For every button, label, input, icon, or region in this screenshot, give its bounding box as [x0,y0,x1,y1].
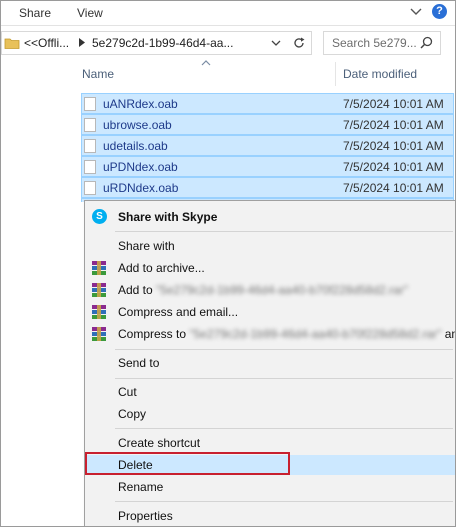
context-menu: S Share with Skype Share with Add to arc… [84,200,455,526]
tab-view[interactable]: View [77,6,103,20]
column-header-name[interactable]: Name [82,67,114,81]
file-date: 7/5/2024 10:01 AM [343,97,444,111]
search-icon[interactable] [420,36,433,49]
menu-separator [115,378,453,379]
file-icon [84,139,96,153]
menu-item-properties[interactable]: Properties [85,506,455,526]
winrar-icon [92,283,106,297]
sort-ascending-icon [201,60,211,66]
file-date: 7/5/2024 10:01 AM [343,181,444,195]
menu-item-copy[interactable]: Copy [85,404,455,424]
refresh-button[interactable] [287,31,312,55]
menu-item-label: Cut [118,385,137,399]
file-row[interactable]: ubrowse.oab 7/5/2024 10:01 AM [81,114,454,135]
menu-separator [115,349,453,350]
breadcrumb-offline[interactable]: Offli... [38,36,69,50]
file-name: ubrowse.oab [103,118,172,132]
menu-item-label: Share with [118,239,175,253]
menu-item-compress-to-rar-email[interactable]: Compress to "5e279c2d-1b99-46d4-aa40-b70… [85,324,455,344]
menu-item-cut[interactable]: Cut [85,382,455,402]
breadcrumb-chevron-icon[interactable] [79,38,85,47]
address-bar[interactable]: << Offli... 5e279c2d-1b99-46d4-aa... [1,31,289,55]
file-date: 7/5/2024 10:01 AM [343,160,444,174]
address-row: << Offli... 5e279c2d-1b99-46d4-aa... Sea… [1,28,455,58]
file-icon [84,181,96,195]
menu-item-add-to-archive[interactable]: Add to archive... [85,258,455,278]
file-row[interactable]: uPDNdex.oab 7/5/2024 10:01 AM [81,156,454,177]
column-header-date[interactable]: Date modified [343,67,417,81]
back-history-button[interactable]: << [24,36,38,50]
search-placeholder: Search 5e279... [332,36,417,50]
folder-icon [4,38,20,49]
menu-item-create-shortcut[interactable]: Create shortcut [85,433,455,453]
menu-item-label: Rename [118,480,164,494]
menu-item-compress-email[interactable]: Compress and email... [85,302,455,322]
menu-separator [115,428,453,429]
file-name: uPDNdex.oab [103,160,178,174]
skype-icon: S [92,209,107,224]
chevron-down-icon[interactable] [409,4,423,18]
help-icon[interactable]: ? [432,4,447,19]
menu-item-rename[interactable]: Rename [85,477,455,497]
menu-item-label: Add to "5e279c2d-1b99-46d4-aa40-b70f228d… [118,283,409,297]
file-icon [84,97,96,111]
menu-item-label: Send to [118,356,160,370]
winrar-icon [92,261,106,275]
menu-item-label: Copy [118,407,147,421]
menu-separator [115,231,453,232]
menu-item-send-to[interactable]: Send to [85,353,455,373]
address-dropdown-icon[interactable] [270,37,282,49]
file-name: udetails.oab [103,139,168,153]
menu-item-label: Share with Skype [118,210,218,224]
breadcrumb-current[interactable]: 5e279c2d-1b99-46d4-aa... [92,36,233,50]
menu-item-share-with[interactable]: Share with [85,236,455,256]
menu-item-share-skype[interactable]: S Share with Skype [85,207,455,227]
file-row[interactable]: uRDNdex.oab 7/5/2024 10:01 AM [81,177,454,198]
menu-item-label: Add to archive... [118,261,205,275]
file-date: 7/5/2024 10:01 AM [343,118,444,132]
refresh-icon [294,37,305,48]
winrar-icon [92,305,106,319]
highlight-annotation [85,452,290,475]
file-date: 7/5/2024 10:01 AM [343,139,444,153]
file-name: uANRdex.oab [103,97,178,111]
file-name: uRDNdex.oab [103,181,179,195]
file-row[interactable]: uANRdex.oab 7/5/2024 10:01 AM [81,93,454,114]
ribbon: Share View ? [1,1,455,26]
explorer-window: Share View ? << Offli... 5e279c2d-1b99-4… [0,0,456,527]
file-row[interactable]: udetails.oab 7/5/2024 10:01 AM [81,135,454,156]
menu-item-label: Compress to "5e279c2d-1b99-46d4-aa40-b70… [118,327,455,341]
column-divider[interactable] [335,62,336,86]
file-icon [84,160,96,174]
menu-item-label: Create shortcut [118,436,201,450]
winrar-icon [92,327,106,341]
file-icon [84,118,96,132]
search-input[interactable]: Search 5e279... [323,31,441,55]
menu-item-add-to-rar[interactable]: Add to "5e279c2d-1b99-46d4-aa40-b70f228d… [85,280,455,300]
tab-share[interactable]: Share [19,6,51,20]
menu-item-label: Properties [118,509,173,523]
menu-item-label: Compress and email... [118,305,239,319]
menu-separator [115,501,453,502]
